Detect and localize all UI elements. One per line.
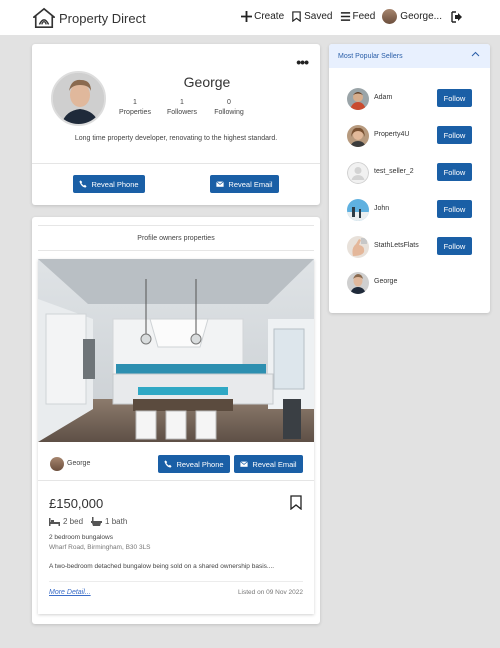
default-user-icon [347, 162, 369, 184]
create-label: Create [254, 11, 285, 22]
feed-label: Feed [352, 11, 376, 22]
more-options-icon[interactable]: ••• [296, 54, 309, 70]
envelope-icon [216, 181, 225, 187]
profile-bio: Long time property developer, renovating… [74, 135, 278, 142]
seller-avatar [347, 125, 369, 147]
profile-card: ••• George 1 Properties 1 Followers 0 Fo… [32, 44, 320, 205]
brand[interactable]: Property Direct [33, 7, 146, 29]
follow-button[interactable]: Follow [437, 89, 472, 107]
section-title: Profile owners properties [38, 225, 314, 251]
seller-name[interactable]: George [374, 278, 397, 285]
more-detail-link[interactable]: More Detail... [49, 589, 91, 596]
owner-name[interactable]: George [67, 460, 90, 467]
bed-icon [49, 518, 60, 526]
stat-followers[interactable]: 1 Followers [159, 98, 205, 118]
popular-sellers-card: Most Popular Sellers Adam Follow Propert… [329, 44, 490, 313]
stat-properties[interactable]: 1 Properties [112, 98, 158, 118]
plus-icon [241, 11, 253, 22]
follow-button[interactable]: Follow [437, 200, 472, 218]
menu-lines-icon [340, 12, 350, 21]
reveal-email-label: Reveal Email [252, 459, 297, 469]
seller-row[interactable]: George [347, 272, 477, 294]
logout-icon[interactable] [451, 11, 463, 23]
listing-reveal-phone-button[interactable]: Reveal Phone [158, 455, 230, 473]
reveal-email-label: Reveal Email [228, 179, 273, 189]
profile-avatar [51, 71, 106, 126]
stat-label: Properties [119, 109, 151, 116]
property-photo[interactable] [38, 259, 314, 442]
seller-avatar [347, 236, 369, 258]
seller-row[interactable]: Property4U Follow [347, 125, 477, 147]
property-features: 2 bed 1 bath [49, 517, 127, 526]
property-type: 2 bedroom bungalows [49, 534, 113, 541]
reveal-phone-label: Reveal Phone [176, 459, 224, 469]
user-name: George... [400, 11, 442, 22]
reveal-phone-label: Reveal Phone [91, 179, 139, 189]
reveal-phone-button[interactable]: Reveal Phone [73, 175, 145, 193]
beds-label: 2 bed [63, 517, 84, 526]
seller-row[interactable]: StathLetsFlats Follow [347, 236, 477, 258]
seller-name[interactable]: Property4U [374, 131, 409, 138]
envelope-icon [240, 461, 249, 467]
bookmark-icon [292, 11, 301, 22]
divider [49, 581, 303, 582]
top-navbar: Property Direct Create Saved Feed George… [0, 0, 500, 35]
seller-name[interactable]: test_seller_2 [374, 168, 414, 175]
stat-label: Following [214, 109, 244, 116]
seller-row[interactable]: test_seller_2 Follow [347, 162, 477, 184]
phone-icon [164, 460, 173, 468]
feed-link[interactable]: Feed [340, 11, 376, 22]
listing-reveal-email-button[interactable]: Reveal Email [234, 455, 303, 473]
saved-link[interactable]: Saved [291, 11, 333, 22]
property-description: A two-bedroom detached bungalow being so… [49, 563, 275, 570]
house-logo-icon [33, 7, 55, 28]
reveal-email-button[interactable]: Reveal Email [210, 175, 279, 193]
user-menu[interactable]: George... [382, 9, 442, 24]
seller-row[interactable]: John Follow [347, 199, 477, 221]
owner-properties-card: Profile owners properties George Reveal … [32, 217, 320, 624]
follow-button[interactable]: Follow [437, 237, 472, 255]
bookmark-icon[interactable] [290, 495, 302, 510]
stat-value: 1 [133, 99, 137, 106]
sellers-header[interactable]: Most Popular Sellers [329, 44, 490, 68]
bath-icon [91, 517, 103, 526]
seller-name[interactable]: Adam [374, 94, 392, 101]
sellers-title: Most Popular Sellers [338, 52, 403, 60]
saved-label: Saved [304, 11, 333, 22]
seller-name[interactable]: StathLetsFlats [374, 242, 419, 249]
property-listing[interactable]: George Reveal Phone Reveal Email £150,00… [38, 259, 314, 614]
stat-value: 0 [227, 99, 231, 106]
seller-avatar [347, 199, 369, 221]
profile-stats: 1 Properties 1 Followers 0 Following [112, 98, 252, 118]
create-link[interactable]: Create [241, 11, 284, 22]
profile-name: George [183, 74, 231, 90]
follow-button[interactable]: Follow [437, 163, 472, 181]
stat-following[interactable]: 0 Following [206, 98, 252, 118]
stat-value: 1 [180, 99, 184, 106]
baths-label: 1 bath [105, 517, 128, 526]
divider [38, 480, 314, 481]
stat-label: Followers [167, 109, 197, 116]
property-address: Wharf Road, Birmingham, B30 3LS [49, 544, 151, 551]
property-price: £150,000 [49, 496, 104, 511]
phone-icon [79, 180, 88, 188]
seller-avatar [347, 272, 369, 294]
user-avatar [382, 9, 398, 24]
divider [32, 163, 320, 164]
follow-button[interactable]: Follow [437, 126, 472, 144]
seller-avatar [347, 88, 369, 110]
listed-date: Listed on 09 Nov 2022 [237, 589, 303, 596]
brand-name: Property Direct [59, 10, 146, 26]
owner-avatar[interactable] [50, 457, 64, 471]
seller-row[interactable]: Adam Follow [347, 88, 477, 110]
chevron-up-icon [471, 51, 480, 57]
seller-name[interactable]: John [374, 205, 389, 212]
